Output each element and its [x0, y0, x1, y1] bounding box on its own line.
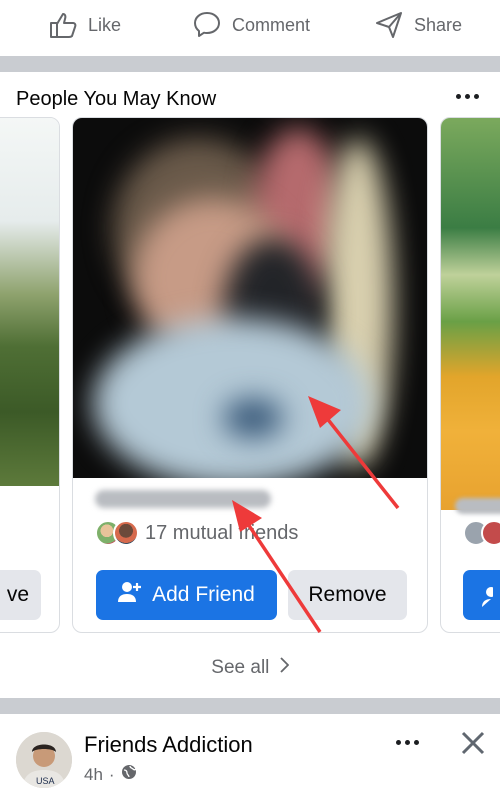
post-time[interactable]: 4h — [84, 765, 103, 785]
annotation-arrowhead — [308, 396, 341, 428]
post-meta: 4h · — [84, 764, 137, 785]
svg-text:USA: USA — [36, 776, 55, 786]
section-divider — [0, 698, 500, 714]
annotation-arrow — [242, 517, 322, 633]
post-author[interactable]: Friends Addiction — [84, 732, 253, 758]
globe-icon — [121, 764, 137, 785]
annotation-arrowhead — [232, 500, 262, 532]
page-avatar[interactable]: USA — [16, 732, 72, 788]
annotation-arrow — [320, 410, 400, 510]
meta-separator: · — [108, 764, 115, 784]
close-icon[interactable] — [460, 730, 486, 762]
annotation-arrows — [232, 396, 400, 633]
more-icon[interactable] — [396, 740, 419, 745]
